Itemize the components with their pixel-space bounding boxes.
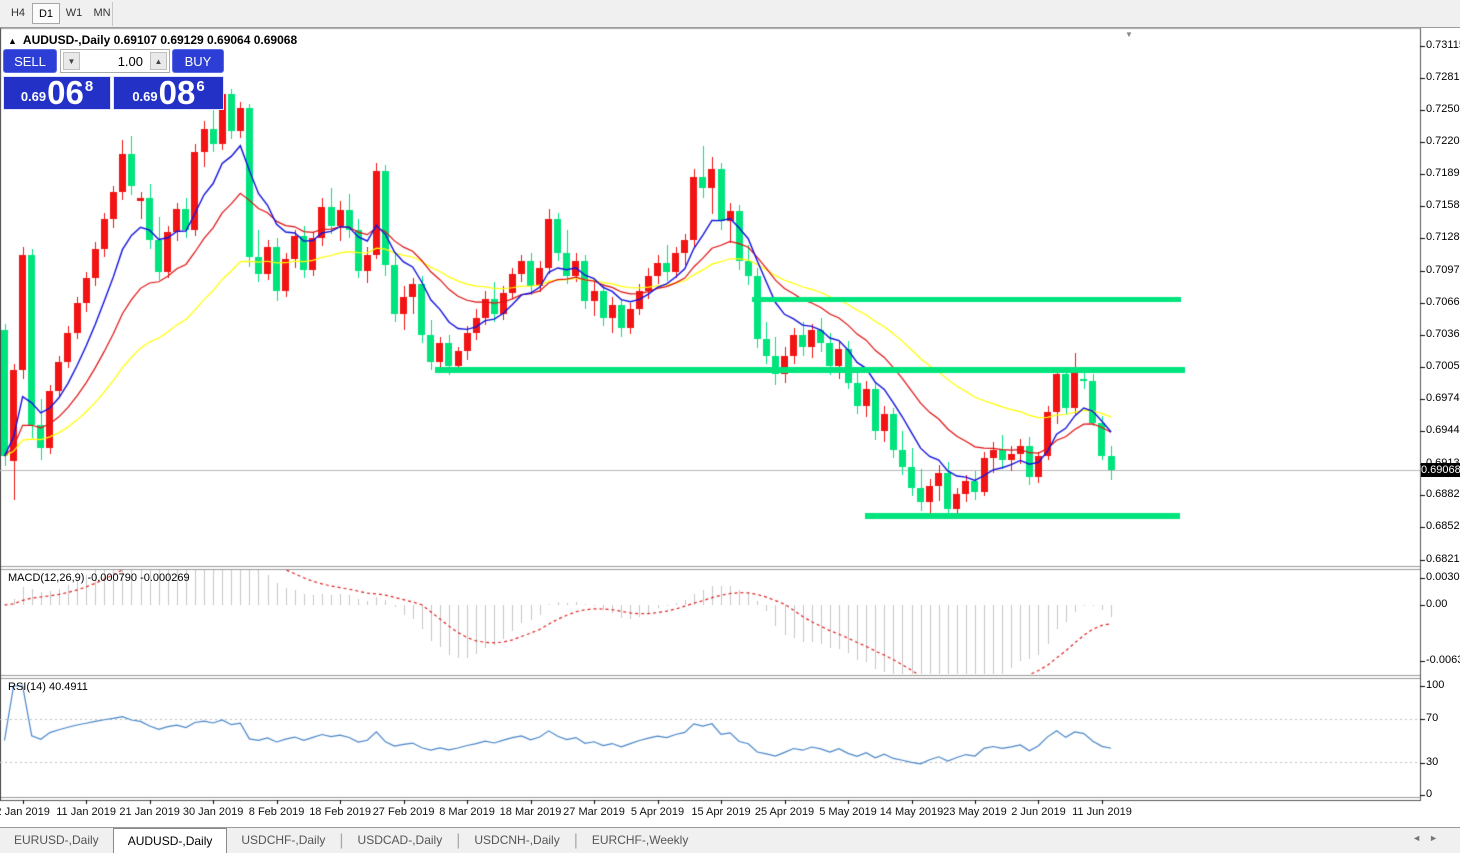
chart-title: ▲ AUDUSD-,Daily 0.69107 0.69129 0.69064 0… bbox=[8, 33, 297, 47]
toolbar-divider bbox=[112, 2, 113, 26]
symbol-tab-usdchf[interactable]: USDCHF-,Daily bbox=[227, 828, 339, 853]
price-axis-label: 0.72810 bbox=[1426, 71, 1460, 83]
symbol-tab-eurusd[interactable]: EURUSD-,Daily bbox=[0, 828, 113, 853]
collapse-panel-icon[interactable]: ▲ bbox=[8, 36, 17, 46]
sell-price-pip: 8 bbox=[85, 78, 93, 95]
price-axis-label: 0.70360 bbox=[1426, 328, 1460, 340]
chart-title-text: AUDUSD-,Daily 0.69107 0.69129 0.69064 0.… bbox=[23, 33, 297, 47]
date-axis-label: 11 Jun 2019 bbox=[1060, 806, 1144, 818]
price-axis-label: 0.68520 bbox=[1426, 520, 1460, 532]
rsi-axis-label: 30 bbox=[1426, 756, 1438, 768]
tab-scroll-right-icon[interactable]: ► bbox=[1429, 833, 1446, 843]
timeframe-tab-w1[interactable]: W1 bbox=[60, 3, 88, 24]
buy-price-pip: 6 bbox=[196, 78, 204, 95]
sell-price-quote[interactable]: 0.69 06 8 bbox=[3, 76, 111, 110]
chart-canvas[interactable] bbox=[0, 0, 1460, 853]
sell-button[interactable]: SELL bbox=[3, 49, 57, 73]
buy-price-big: 08 bbox=[159, 78, 196, 108]
rsi-label: RSI(14) 40.4911 bbox=[8, 681, 88, 693]
price-axis-label: 0.72200 bbox=[1426, 135, 1460, 147]
volume-decrease-icon[interactable]: ▼ bbox=[63, 52, 80, 70]
volume-increase-icon[interactable]: ▲ bbox=[150, 52, 167, 70]
timeframe-toolbar: H4D1W1MN bbox=[0, 0, 1460, 28]
tab-scroll-buttons[interactable]: ◄► bbox=[1412, 833, 1446, 843]
price-axis-label: 0.72505 bbox=[1426, 103, 1460, 115]
buy-button[interactable]: BUY bbox=[172, 49, 224, 73]
price-axis-label: 0.71890 bbox=[1426, 167, 1460, 179]
price-axis-label: 0.73115 bbox=[1426, 39, 1460, 51]
buy-price-prefix: 0.69 bbox=[132, 89, 157, 104]
price-axis-label: 0.71585 bbox=[1426, 199, 1460, 211]
symbol-tab-bar: EURUSD-,DailyAUDUSD-,DailyUSDCHF-,Daily|… bbox=[0, 827, 1460, 853]
rsi-axis-label: 70 bbox=[1426, 712, 1438, 724]
timeframe-tab-d1[interactable]: D1 bbox=[32, 3, 60, 24]
volume-value[interactable]: 1.00 bbox=[118, 54, 143, 69]
macd-axis-label: -0.006311 bbox=[1426, 654, 1460, 666]
symbol-tab-usdcnh[interactable]: USDCNH-,Daily bbox=[460, 828, 573, 853]
macd-axis-label: 0.003035 bbox=[1426, 571, 1460, 583]
sell-price-big: 06 bbox=[47, 78, 84, 108]
tab-scroll-left-icon[interactable]: ◄ bbox=[1412, 833, 1429, 843]
current-price-badge: 0.69068 bbox=[1421, 463, 1460, 477]
macd-axis-label: 0.00 bbox=[1426, 598, 1447, 610]
price-axis-label: 0.69440 bbox=[1426, 424, 1460, 436]
price-axis-label: 0.70970 bbox=[1426, 264, 1460, 276]
symbol-tab-audusd[interactable]: AUDUSD-,Daily bbox=[113, 828, 228, 853]
volume-stepper[interactable]: ▼ 1.00 ▲ bbox=[60, 49, 170, 73]
price-axis-label: 0.70050 bbox=[1426, 360, 1460, 372]
symbol-tab-eurchf[interactable]: EURCHF-,Weekly bbox=[578, 828, 702, 853]
sell-price-prefix: 0.69 bbox=[21, 89, 46, 104]
price-axis-label: 0.68210 bbox=[1426, 553, 1460, 565]
rsi-axis-label: 0 bbox=[1426, 788, 1432, 800]
buy-price-quote[interactable]: 0.69 08 6 bbox=[113, 76, 224, 110]
price-axis-label: 0.69745 bbox=[1426, 392, 1460, 404]
price-axis-label: 0.68825 bbox=[1426, 488, 1460, 500]
macd-label: MACD(12,26,9) -0.000790 -0.000269 bbox=[8, 572, 190, 584]
timeframe-tab-h4[interactable]: H4 bbox=[4, 3, 32, 24]
rsi-axis-label: 100 bbox=[1426, 679, 1444, 691]
chart-shift-marker-icon[interactable]: ▼ bbox=[1125, 30, 1133, 39]
price-axis-label: 0.71280 bbox=[1426, 231, 1460, 243]
symbol-tab-usdcad[interactable]: USDCAD-,Daily bbox=[344, 828, 457, 853]
terminal-window: H4D1W1MN ▲ AUDUSD-,Daily 0.69107 0.69129 … bbox=[0, 0, 1460, 853]
price-axis-label: 0.70665 bbox=[1426, 296, 1460, 308]
